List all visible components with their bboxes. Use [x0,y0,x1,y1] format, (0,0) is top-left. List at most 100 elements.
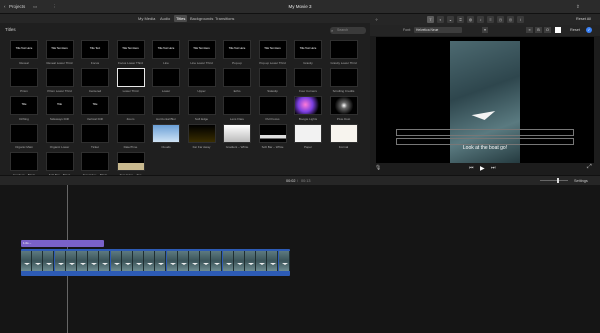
skip-back-icon[interactable]: ⏮ [469,165,474,171]
fullscreen-icon[interactable]: ⤢ [587,164,592,171]
tab-titles[interactable]: Titles [174,15,188,22]
noise-reduction-icon[interactable]: ≡ [487,16,494,23]
title-tile[interactable]: Title Text [81,40,109,59]
tab-my-media[interactable]: My Media [136,15,157,22]
title-tile-label: Soft Bar – White [261,144,284,149]
title-tile[interactable] [329,68,358,87]
title-tile[interactable]: Title Text Here [187,40,216,59]
title-tile[interactable]: Title [10,96,38,115]
volume-icon[interactable]: ♪ [477,16,484,23]
title-tile[interactable] [223,124,251,143]
title-tile[interactable]: Title [81,96,109,115]
text-style-icon[interactable]: T [427,16,434,23]
tile-preview-text: Title [21,103,27,106]
filmstrip-frame [21,251,32,271]
title-tile[interactable] [116,152,145,171]
crop-icon[interactable]: ⌗ [457,16,464,23]
reset-all-button[interactable]: Reset All [576,17,591,21]
title-clip[interactable]: 1.0s – [21,240,104,247]
font-select[interactable]: Helvetica Neue [414,27,462,33]
share-icon[interactable]: ⇪ [576,3,580,11]
search-input[interactable]: ⌕ Search [330,27,366,34]
title-tile[interactable]: Title Text Here [116,40,145,59]
title-tile[interactable] [81,152,109,171]
subtitle-text[interactable]: Look at the boat go! [450,145,520,151]
filmstrip-frame [32,251,44,271]
title-tile[interactable] [116,124,145,143]
boat-shape [259,263,266,265]
title-tile[interactable] [116,96,145,115]
tab-transitions[interactable]: Transitions [213,15,236,22]
title-tile-label: Soft Edge [194,116,209,121]
color-correction-icon[interactable]: ◒ [447,16,454,23]
video-clip[interactable] [21,249,290,276]
playback-bar: 🎙 ⏮ ▶ ⏭ ⤢ [370,163,600,175]
title-tile[interactable] [187,96,216,115]
magic-wand-icon[interactable]: ✧ [373,16,380,23]
stabilization-icon[interactable]: ◍ [467,16,474,23]
title-tile[interactable] [45,68,74,87]
title-tile[interactable] [81,68,109,87]
play-icon[interactable]: ▶ [480,165,485,172]
title-clip-label: 1.0s – [23,241,32,245]
title-tile[interactable] [116,68,145,87]
title-tile[interactable] [294,68,322,87]
info-icon[interactable]: i [517,16,524,23]
title-tile[interactable]: Title Text Here [10,40,38,59]
speed-icon[interactable]: ◷ [497,16,504,23]
back-icon[interactable]: ‹ [4,3,6,11]
font-label: Font: [403,28,411,32]
filter-icon[interactable]: ◎ [507,16,514,23]
color-swatch[interactable] [555,27,561,33]
titles-browser: Titles ⌕ Search Title Text Here Reveal Tit… [0,23,370,177]
title-tile[interactable]: Title Text Here [258,40,287,59]
title-tile[interactable] [258,68,287,87]
title-tile[interactable] [10,68,38,87]
font-size-field[interactable]: ▾ [482,27,488,33]
title-tile[interactable]: Title Text Here [294,40,322,59]
zoom-slider[interactable] [540,180,568,181]
title-tile[interactable] [329,124,358,143]
title-tile[interactable]: Title Text Here [45,40,74,59]
library-icon[interactable]: ▭ [33,3,37,11]
title-tile[interactable] [223,96,251,115]
title-tile[interactable] [329,40,358,59]
skip-forward-icon[interactable]: ⏭ [491,165,496,171]
title-tile[interactable] [81,124,109,143]
title-tile[interactable] [258,96,287,115]
bold-button[interactable]: B [535,27,542,33]
tile-preview-text: Title [92,103,98,106]
title-tile[interactable]: Title [45,96,74,115]
title-tile[interactable] [45,124,74,143]
zoom-slider-thumb[interactable] [557,178,559,183]
title-tile[interactable] [294,124,322,143]
color-balance-icon[interactable]: ◐ [437,16,444,23]
title-tile[interactable] [10,124,38,143]
title-tile[interactable]: Title Text Here [152,40,180,59]
title-tile[interactable] [152,124,180,143]
title-tile[interactable] [10,152,38,171]
align-left-icon[interactable]: ≡ [526,27,533,33]
microphone-icon[interactable]: 🎙 [375,165,381,171]
more-icon[interactable]: ⋮ [52,3,57,11]
projects-button[interactable]: Projects [9,3,25,11]
tab-backgrounds[interactable]: Backgrounds [188,15,215,22]
title-tile[interactable]: Title Text Here [223,40,251,59]
title-tile-label: Horizontal Blur [156,116,176,121]
title-tile[interactable] [294,96,322,115]
title-tile[interactable] [152,68,180,87]
title-tile[interactable] [45,152,74,171]
title-tile[interactable] [329,96,358,115]
title-tile[interactable] [187,68,216,87]
title-tile[interactable] [152,96,180,115]
apply-check-icon[interactable]: ✓ [586,27,592,33]
title-tile[interactable] [187,124,216,143]
tile-preview-text: Title Text Here [264,47,281,50]
font-bar: Font: Helvetica Neue ▾ ≡ B O Reset ✓ [370,25,600,36]
tab-audio[interactable]: Audio [158,15,172,22]
outline-button[interactable]: O [544,27,551,33]
reset-button[interactable]: Reset [570,28,580,32]
title-tile[interactable] [223,68,251,87]
settings-button[interactable]: Settings [574,179,588,183]
title-tile[interactable] [258,124,287,143]
